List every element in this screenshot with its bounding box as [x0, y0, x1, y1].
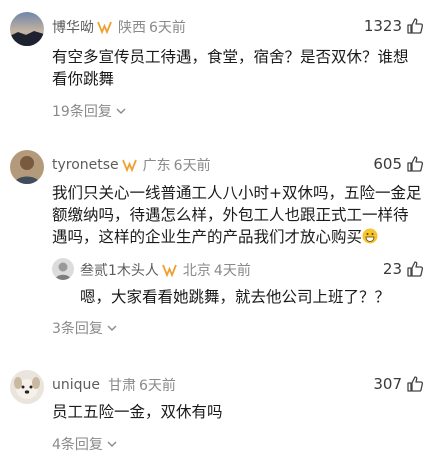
replies-label: 19条回复 — [52, 104, 112, 120]
like-count[interactable]: 1323 — [364, 17, 424, 35]
replies-label: 4条回复 — [52, 437, 103, 453]
location: 北京 — [182, 263, 211, 279]
vip-badge-icon — [97, 21, 112, 34]
timestamp: 4天前 — [213, 263, 251, 279]
location: 广东 — [142, 158, 171, 174]
like-count[interactable]: 307 — [373, 375, 424, 393]
grinning-emoji-icon — [362, 228, 378, 244]
chevron-down-icon — [107, 441, 117, 447]
user-avatar[interactable] — [10, 150, 44, 184]
user-avatar[interactable] — [10, 12, 44, 46]
like-number: 23 — [382, 260, 402, 278]
comment-text: 员工五险一金，双休有吗 — [52, 403, 223, 421]
sunset-landscape-icon — [10, 12, 44, 46]
like-number: 307 — [373, 375, 402, 393]
reply-text: 嗯，大家看看她跳舞，就去他公司上班了？？ — [80, 288, 391, 306]
chevron-down-icon — [116, 108, 126, 114]
reply-meta: 叁贰1木头人 北京 4天前 — [80, 260, 251, 280]
timestamp: 6天前 — [139, 378, 176, 394]
view-replies-link[interactable]: 19条回复 — [52, 101, 126, 121]
location: 甘肃 — [108, 378, 137, 394]
view-replies-link[interactable]: 4条回复 — [52, 434, 117, 454]
reply-username[interactable]: 叁贰1木头人 — [80, 260, 159, 280]
vip-badge-icon — [162, 264, 177, 277]
like-number: 1323 — [363, 17, 402, 35]
username[interactable]: tyronetse — [52, 157, 119, 173]
dog-icon — [10, 370, 44, 404]
reply-avatar[interactable] — [52, 258, 74, 280]
user-avatar[interactable] — [10, 370, 44, 404]
reply-like-count[interactable]: 23 — [383, 260, 424, 278]
comment-text: 有空多宣传员工待遇，食堂，宿舍？是否双休？谁想看你跳舞 — [52, 48, 409, 88]
thumbs-up-icon[interactable] — [406, 375, 424, 393]
person-icon — [10, 150, 44, 184]
comment-meta: 博华呦 陕西 6天前 — [52, 17, 186, 37]
location: 陕西 — [118, 20, 146, 36]
vip-badge-icon — [121, 159, 137, 172]
comment-meta: tyronetse 广东 6天前 — [52, 155, 211, 175]
timestamp: 6天前 — [173, 158, 211, 174]
comment-text: 我们只关心一线普通工人八小时+双休吗，五险一金足额缴纳吗，待遇怎么样，外包工人也… — [52, 182, 422, 248]
username[interactable]: 博华呦 — [52, 17, 94, 37]
username[interactable]: unique — [52, 377, 100, 393]
chevron-down-icon — [107, 325, 117, 331]
like-count[interactable]: 605 — [373, 155, 424, 173]
timestamp: 6天前 — [149, 20, 186, 36]
person-sketch-icon — [52, 258, 74, 280]
replies-label: 3条回复 — [52, 321, 103, 337]
thumbs-up-icon[interactable] — [406, 155, 424, 173]
like-number: 605 — [373, 155, 402, 173]
comment-meta: unique 甘肃 6天前 — [52, 375, 176, 395]
thumbs-up-icon[interactable] — [406, 17, 424, 35]
thumbs-up-icon[interactable] — [406, 260, 424, 278]
view-replies-link[interactable]: 3条回复 — [52, 318, 117, 338]
